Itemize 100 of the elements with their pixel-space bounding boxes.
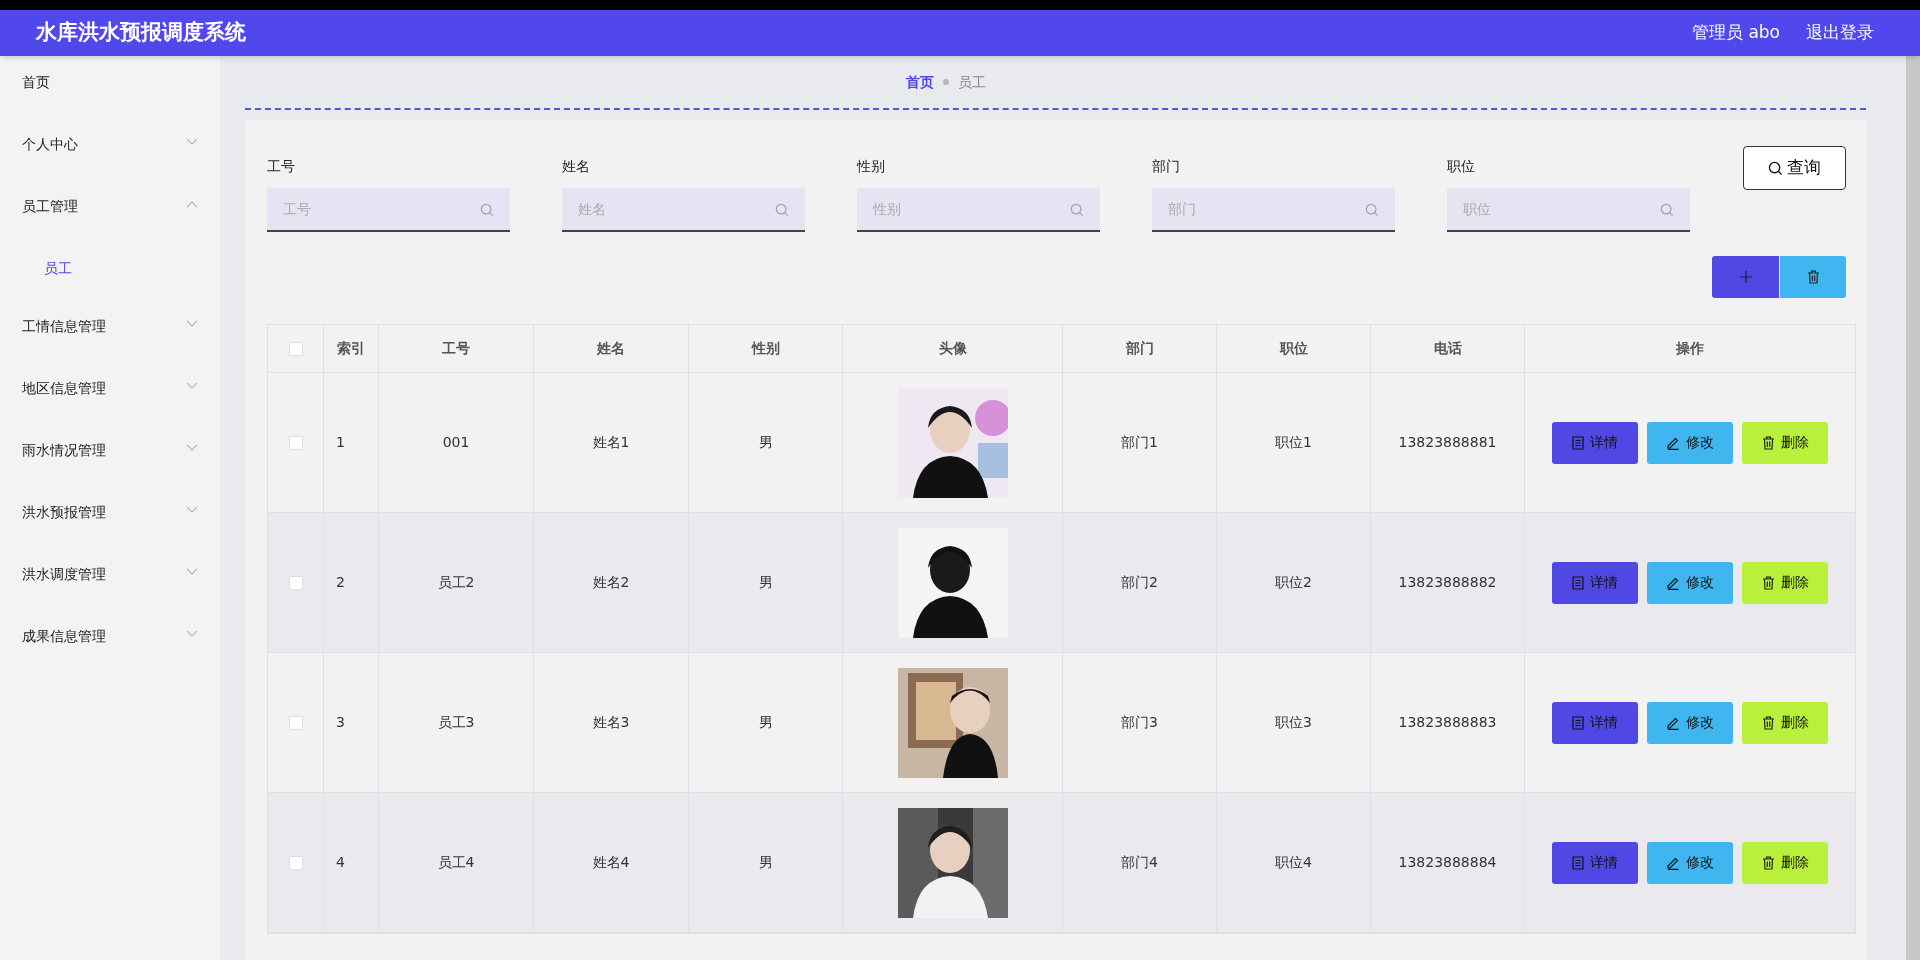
column-header: 头像 xyxy=(843,325,1063,372)
search-icon xyxy=(1768,160,1783,176)
trash-icon xyxy=(1761,435,1775,450)
user-label: 管理员 abo xyxy=(1692,21,1780,45)
checkbox[interactable] xyxy=(288,715,303,730)
sidebar-subitem[interactable]: 员工 xyxy=(0,258,220,316)
table-cell-text: 职位3 xyxy=(1275,713,1312,732)
checkbox[interactable] xyxy=(288,435,303,450)
field-label: 工号 xyxy=(267,157,296,176)
table-cell-text: 部门2 xyxy=(1121,573,1158,592)
pencil-icon xyxy=(1666,715,1680,730)
table-cell-text: 13823888882 xyxy=(1398,573,1497,592)
search-icon xyxy=(775,203,789,217)
input-field[interactable]: 工号 xyxy=(267,188,510,232)
chevron-down-icon xyxy=(186,630,198,638)
pencil-icon xyxy=(1666,575,1680,590)
table-cell-text: 姓名3 xyxy=(592,713,630,732)
sidebar-item[interactable]: 成果信息管理 xyxy=(0,626,220,688)
delete-button[interactable]: 删除 xyxy=(1742,561,1828,604)
separator-icon xyxy=(941,77,950,87)
table-cell-text: 13823888883 xyxy=(1398,713,1497,732)
column-header: 姓名 xyxy=(534,325,689,372)
breadcrumb-current: 员工 xyxy=(957,72,986,92)
table-cell-text: 13823888881 xyxy=(1398,433,1497,452)
column-header: 性别 xyxy=(689,325,843,372)
app-title: 水库洪水预报调度系统 xyxy=(36,19,246,47)
column-header: 职位 xyxy=(1217,325,1371,372)
sidebar-item[interactable]: 地区信息管理 xyxy=(0,378,220,440)
chevron-down-icon xyxy=(186,444,198,452)
sidebar-item[interactable]: 个人中心 xyxy=(0,134,220,196)
table-cell-text: 001 xyxy=(442,433,470,452)
delete-button[interactable] xyxy=(1780,256,1846,298)
table-cell-text: 员工2 xyxy=(437,573,475,592)
trash-icon xyxy=(1806,270,1820,284)
document-icon xyxy=(1572,575,1584,590)
edit-button[interactable]: 修改 xyxy=(1647,421,1733,464)
checkbox[interactable] xyxy=(288,575,303,590)
search-icon xyxy=(1070,203,1084,217)
sidebar-item[interactable]: 雨水情况管理 xyxy=(0,440,220,502)
table-cell-text: 3 xyxy=(336,713,345,732)
column-header: 操作 xyxy=(1675,339,1705,358)
table-cell-text: 4 xyxy=(336,853,345,872)
trash-icon xyxy=(1761,715,1775,730)
table-cell-text: 职位1 xyxy=(1275,433,1312,452)
field-label: 性别 xyxy=(857,157,886,176)
sidebar-item[interactable]: 员工管理 xyxy=(0,196,220,258)
logout-link[interactable]: 退出登录 xyxy=(1806,20,1874,46)
column-header: 工号 xyxy=(379,325,534,372)
chevron-down-icon xyxy=(186,506,198,514)
sidebar-item[interactable]: 首页 xyxy=(0,72,220,134)
field-label: 职位 xyxy=(1447,157,1476,176)
table-cell-text: 姓名1 xyxy=(592,433,630,452)
chevron-up-icon xyxy=(186,200,198,208)
edit-button[interactable]: 修改 xyxy=(1647,561,1733,604)
column-header: 索引 xyxy=(324,325,379,372)
input-field[interactable]: 职位 xyxy=(1447,188,1690,232)
table-cell-text: 2 xyxy=(336,573,345,592)
table-cell-text: 1 xyxy=(336,433,345,452)
checkbox[interactable] xyxy=(288,341,303,356)
input-field[interactable]: 姓名 xyxy=(562,188,805,232)
field-label: 姓名 xyxy=(562,157,591,176)
table-cell-text: 男 xyxy=(758,853,773,872)
input-field[interactable]: 部门 xyxy=(1152,188,1395,232)
table-cell-text: 男 xyxy=(758,713,773,732)
search-icon xyxy=(480,203,494,217)
trash-icon xyxy=(1761,855,1775,870)
table-cell-text: 部门3 xyxy=(1121,713,1158,732)
table-cell-text: 职位4 xyxy=(1275,853,1312,872)
table-cell-text: 姓名4 xyxy=(592,853,630,872)
checkbox[interactable] xyxy=(288,855,303,870)
table-cell-text: 姓名2 xyxy=(592,573,630,592)
delete-button[interactable]: 删除 xyxy=(1742,421,1828,464)
document-icon xyxy=(1572,715,1584,730)
table-cell-text: 部门1 xyxy=(1121,433,1158,452)
pencil-icon xyxy=(1666,855,1680,870)
search-icon xyxy=(1365,203,1379,217)
table-cell-text: 员工4 xyxy=(437,853,475,872)
delete-button[interactable]: 删除 xyxy=(1742,841,1828,884)
edit-button[interactable]: 修改 xyxy=(1647,701,1733,744)
pencil-icon xyxy=(1666,435,1680,450)
input-field[interactable]: 性别 xyxy=(857,188,1100,232)
sidebar-item[interactable]: 洪水预报管理 xyxy=(0,502,220,564)
document-icon xyxy=(1572,435,1584,450)
edit-button[interactable]: 修改 xyxy=(1647,841,1733,884)
breadcrumb-link[interactable]: 首页 xyxy=(905,71,934,93)
delete-button[interactable]: 删除 xyxy=(1742,701,1828,744)
chevron-down-icon xyxy=(186,138,198,146)
query-button[interactable]: 查询 xyxy=(1743,146,1846,190)
trash-icon xyxy=(1761,575,1775,590)
sidebar-item[interactable]: 工情信息管理 xyxy=(0,316,220,378)
column-header: 部门 xyxy=(1063,325,1217,372)
table-cell-text: 男 xyxy=(758,573,773,592)
search-icon xyxy=(1660,203,1674,217)
sidebar-item[interactable]: 洪水调度管理 xyxy=(0,564,220,626)
chevron-down-icon xyxy=(186,382,198,390)
field-label: 部门 xyxy=(1152,157,1181,176)
chevron-down-icon xyxy=(186,320,198,328)
table-cell-text: 男 xyxy=(758,433,773,452)
column-header: 电话 xyxy=(1371,325,1525,372)
table-cell-text: 员工3 xyxy=(437,713,475,732)
